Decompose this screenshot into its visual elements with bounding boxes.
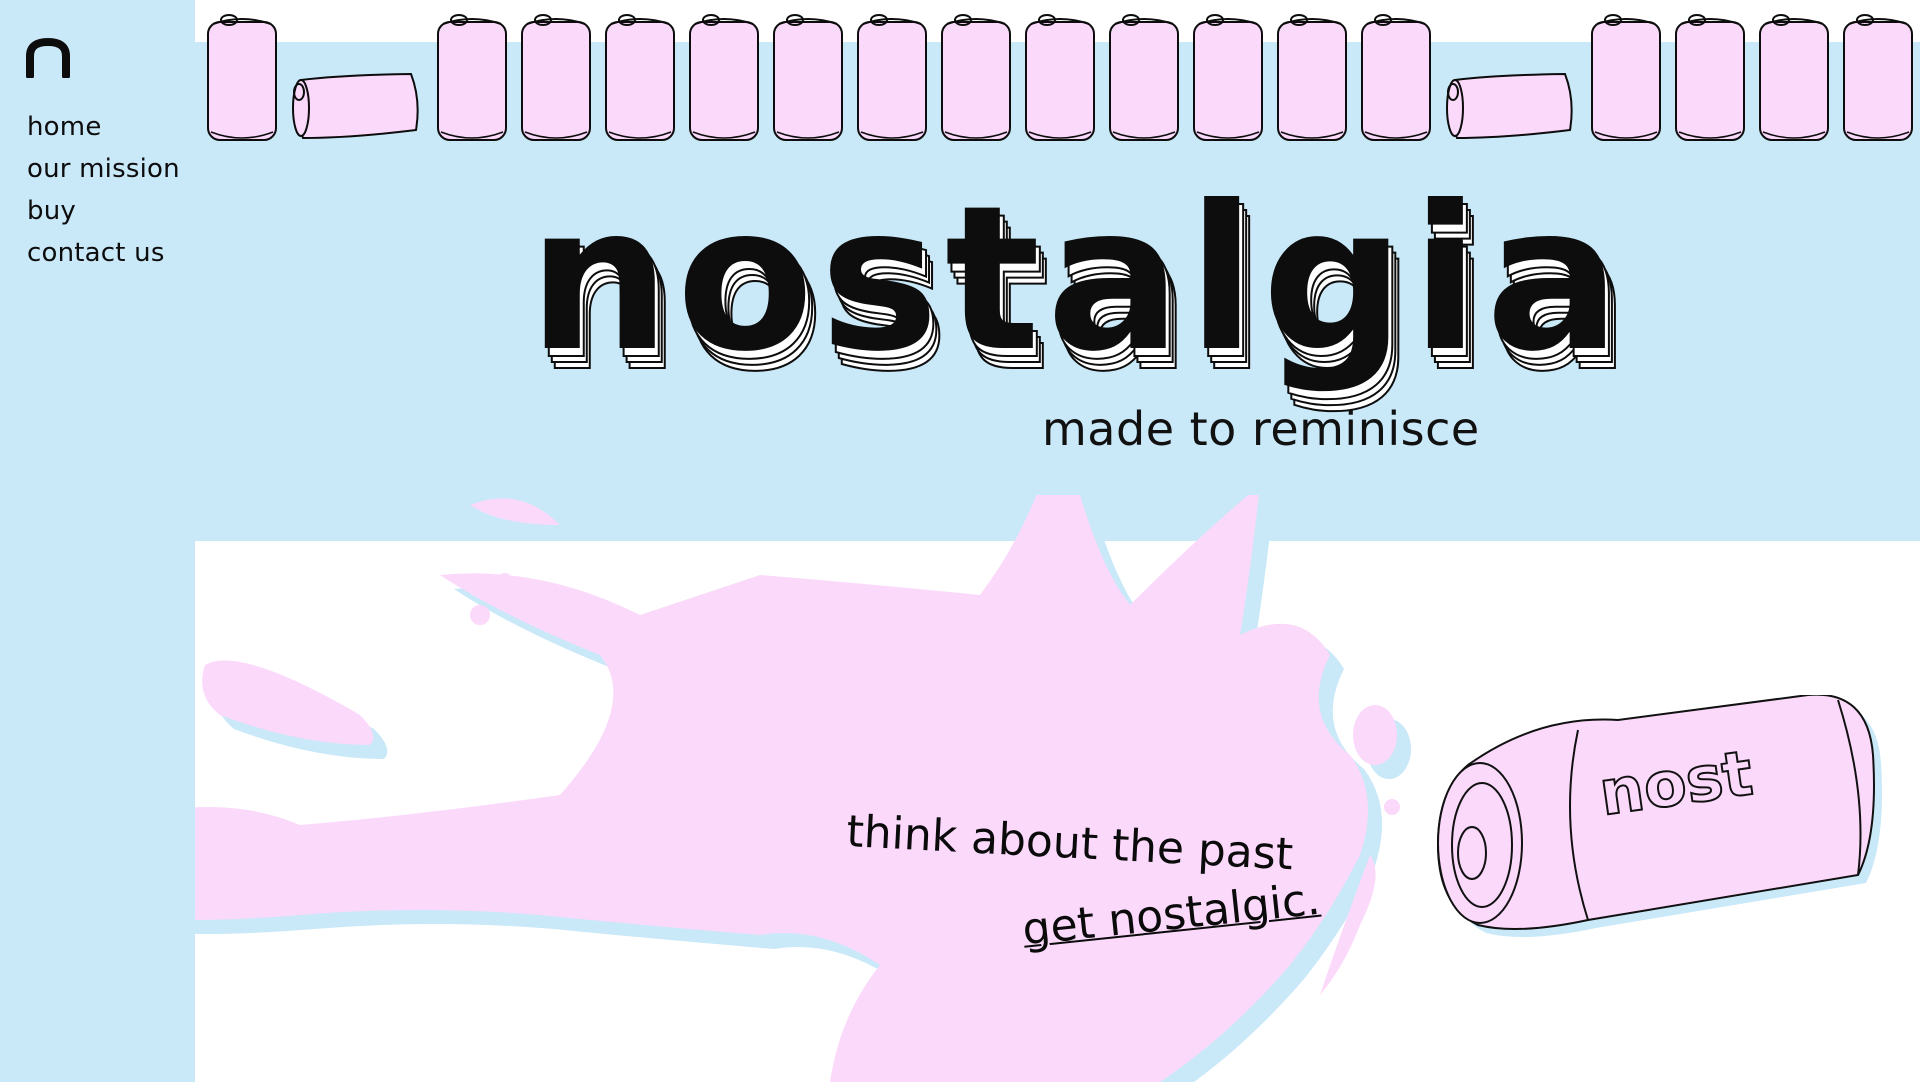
can-icon <box>1843 14 1913 141</box>
can-strip <box>207 14 1913 141</box>
can-icon <box>1591 14 1661 141</box>
fallen-can-icon <box>1446 72 1573 140</box>
can-icon <box>941 14 1011 141</box>
can-icon <box>1361 14 1431 141</box>
can-icon <box>1759 14 1829 141</box>
sidebar: home our mission buy contact us <box>0 0 195 1082</box>
fallen-can-illustration: nost <box>1436 695 1882 937</box>
can-icon <box>605 14 675 141</box>
can-icon <box>207 14 277 141</box>
can-icon <box>773 14 843 141</box>
nav-item-contact-us[interactable]: contact us <box>27 232 180 274</box>
hero-title-text: nostalgia <box>528 196 1627 396</box>
can-icon <box>521 14 591 141</box>
nav-item-our-mission[interactable]: our mission <box>27 148 180 190</box>
can-icon <box>1277 14 1347 141</box>
can-icon <box>1675 14 1745 141</box>
can-icon <box>1025 14 1095 141</box>
can-icon <box>689 14 759 141</box>
can-icon <box>857 14 927 141</box>
logo-icon[interactable] <box>26 38 70 78</box>
can-icon <box>437 14 507 141</box>
can-icon <box>1193 14 1263 141</box>
nav-item-home[interactable]: home <box>27 106 180 148</box>
can-icon <box>1109 14 1179 141</box>
tagline: made to reminisce <box>1042 402 1480 456</box>
nav-item-buy[interactable]: buy <box>27 190 180 232</box>
fallen-can-icon <box>292 72 419 140</box>
nav-menu: home our mission buy contact us <box>27 106 180 274</box>
